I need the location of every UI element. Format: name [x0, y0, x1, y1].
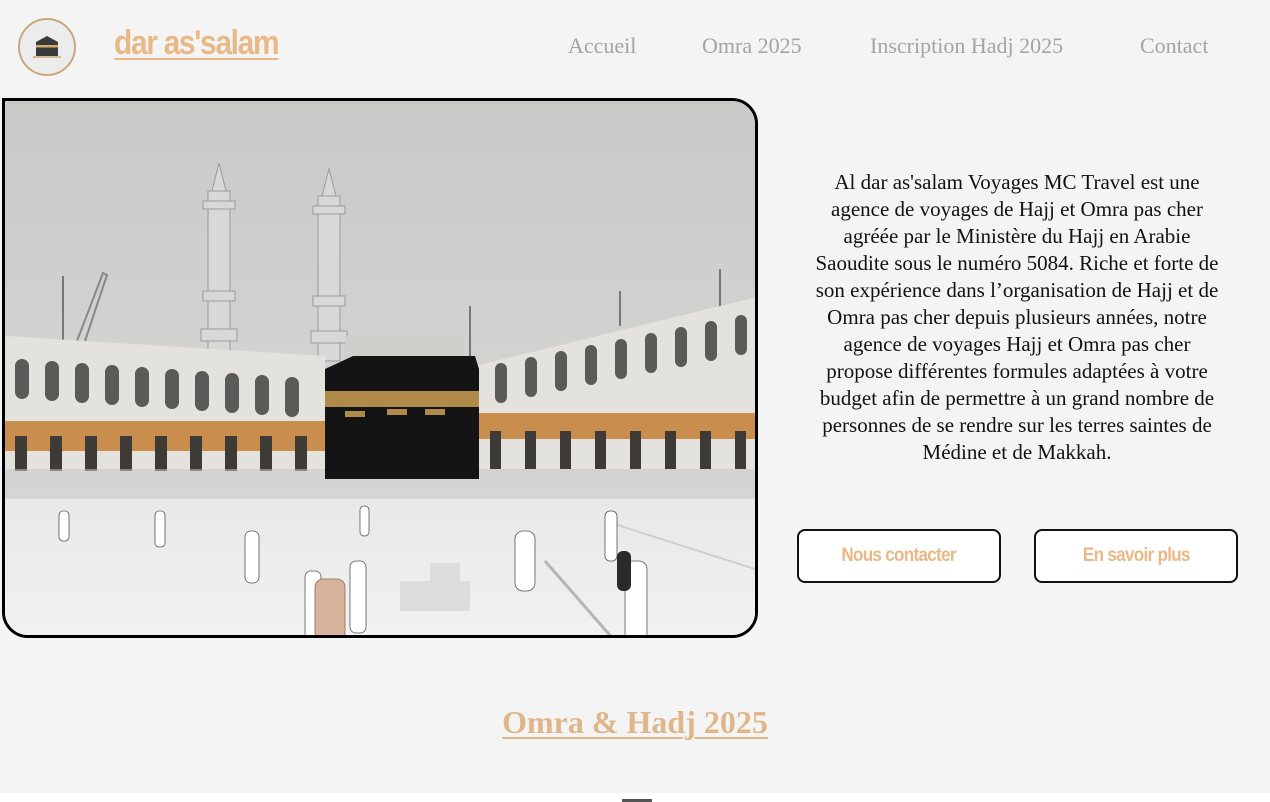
learn-more-button-label: En savoir plus [1082, 545, 1191, 566]
agency-intro-text: Al dar as'salam Voyages MC Travel est un… [815, 170, 1219, 464]
learn-more-button[interactable]: En savoir plus [1034, 529, 1238, 583]
contact-us-button[interactable]: Nous contacter [797, 529, 1001, 583]
site-header: dar as'salam Accueil Omra 2025 Inscripti… [0, 0, 1270, 95]
nav-item-contact[interactable]: Contact [1140, 33, 1208, 59]
main-nav: Accueil Omra 2025 Inscription Hadj 2025 … [0, 33, 1270, 63]
contact-us-button-label: Nous contacter [841, 545, 957, 566]
nav-item-inscription-hadj-2025[interactable]: Inscription Hadj 2025 [870, 33, 1063, 59]
nav-item-accueil[interactable]: Accueil [568, 33, 636, 59]
section-title: Omra & Hadj 2025 [502, 704, 768, 740]
nav-item-omra-2025[interactable]: Omra 2025 [702, 33, 802, 59]
kaaba-mecca-photo [2, 98, 758, 638]
